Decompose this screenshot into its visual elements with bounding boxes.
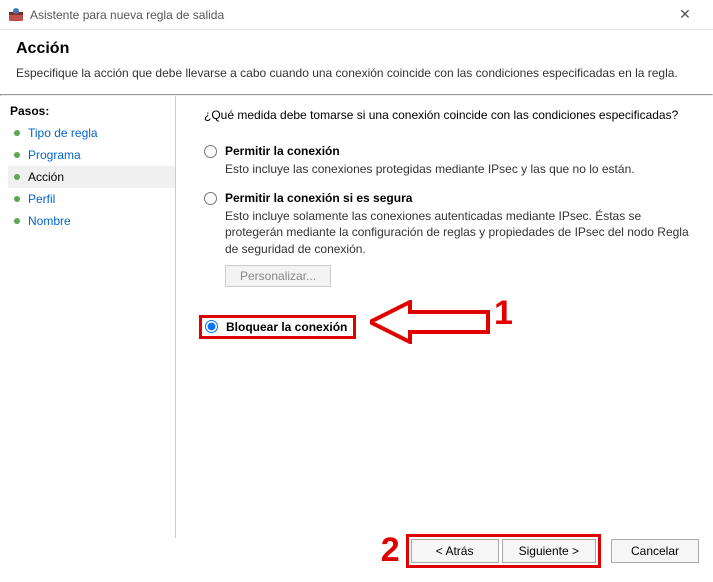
close-button[interactable]: ✕ — [665, 3, 705, 27]
next-button[interactable]: Siguiente > — [502, 539, 596, 563]
window-title: Asistente para nueva regla de salida — [30, 8, 224, 22]
annotation-box-1: Bloquear la conexión — [199, 315, 356, 339]
bullet-icon — [14, 130, 20, 136]
steps-title: Pasos: — [8, 104, 175, 118]
step-tipo-de-regla[interactable]: Tipo de regla — [8, 122, 175, 144]
cancel-button[interactable]: Cancelar — [611, 539, 699, 563]
customize-button: Personalizar... — [225, 265, 331, 287]
titlebar: Asistente para nueva regla de salida ✕ — [0, 0, 713, 30]
radio-allow[interactable] — [204, 145, 217, 158]
sub-allow-secure: Esto incluye solamente las conexiones au… — [225, 208, 699, 257]
step-nombre[interactable]: Nombre — [8, 210, 175, 232]
firewall-icon — [8, 7, 24, 23]
bullet-icon — [14, 218, 20, 224]
label-allow: Permitir la conexión — [225, 144, 340, 158]
page-description: Especifique la acción que debe llevarse … — [16, 66, 697, 80]
annotation-box-2: < Atrás Siguiente > — [406, 534, 601, 568]
body: Pasos: Tipo de regla Programa Acción Per… — [0, 96, 713, 538]
option-allow: Permitir la conexión Esto incluye las co… — [204, 144, 699, 177]
step-label: Programa — [28, 148, 81, 162]
radio-block[interactable] — [205, 320, 218, 333]
step-label: Nombre — [28, 214, 71, 228]
sub-allow: Esto incluye las conexiones protegidas m… — [225, 161, 699, 177]
step-label: Tipo de regla — [28, 126, 98, 140]
radio-allow-secure[interactable] — [204, 192, 217, 205]
prompt-text: ¿Qué medida debe tomarse si una conexión… — [204, 108, 699, 122]
step-accion[interactable]: Acción — [8, 166, 175, 188]
sidebar: Pasos: Tipo de regla Programa Acción Per… — [0, 96, 175, 538]
label-allow-secure: Permitir la conexión si es segura — [225, 191, 412, 205]
footer: 2 < Atrás Siguiente > Cancelar — [381, 531, 699, 570]
step-perfil[interactable]: Perfil — [8, 188, 175, 210]
back-button[interactable]: < Atrás — [411, 539, 499, 563]
header: Acción Especifique la acción que debe ll… — [0, 30, 713, 94]
page-title: Acción — [16, 40, 697, 58]
bullet-icon — [14, 152, 20, 158]
step-label: Acción — [28, 170, 64, 184]
bullet-icon — [14, 196, 20, 202]
label-block: Bloquear la conexión — [226, 320, 347, 334]
option-allow-secure: Permitir la conexión si es segura Esto i… — [204, 191, 699, 301]
step-programa[interactable]: Programa — [8, 144, 175, 166]
step-label: Perfil — [28, 192, 55, 206]
option-block: Bloquear la conexión — [204, 315, 699, 339]
annotation-number-2: 2 — [381, 531, 400, 570]
bullet-icon — [14, 174, 20, 180]
content: ¿Qué medida debe tomarse si una conexión… — [175, 96, 713, 538]
